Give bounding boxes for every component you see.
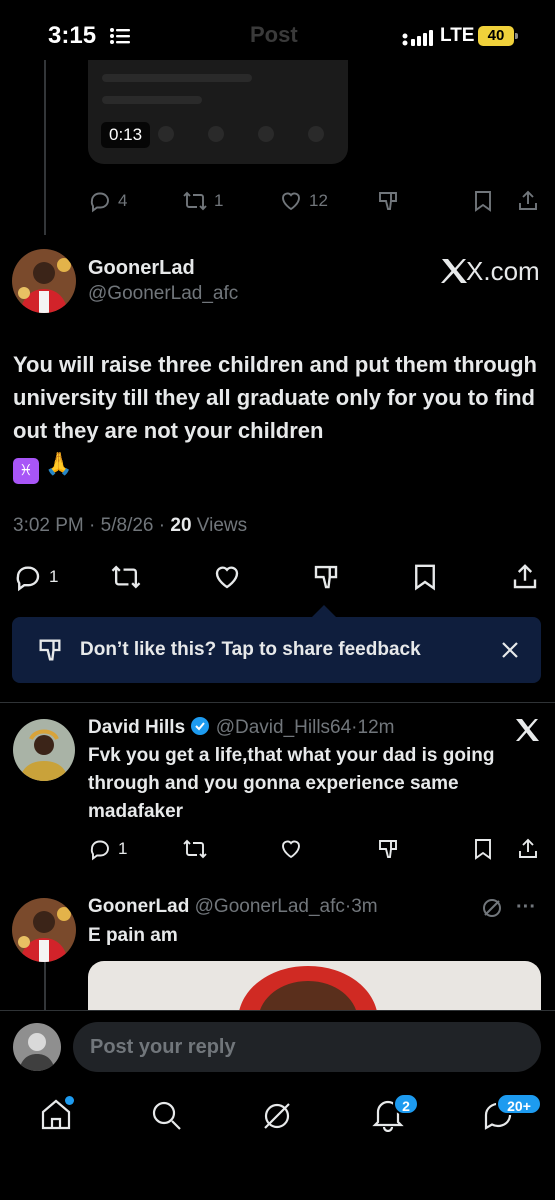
main-share-button[interactable] [510, 562, 540, 592]
reply-header: GoonerLad @GoonerLad_afc·3m [88, 896, 378, 917]
status-time: 3:15 [48, 22, 97, 49]
tweet-body: You will raise three children and put th… [13, 352, 537, 443]
home-dot [65, 1096, 74, 1105]
reply-author-name[interactable]: David Hills [88, 717, 185, 738]
share-icon [519, 190, 537, 210]
bookmark-icon [415, 564, 435, 591]
reply-icon [90, 192, 109, 213]
my-avatar [13, 1023, 61, 1071]
share-icon [519, 838, 537, 858]
video-thumbnail[interactable] [88, 60, 348, 164]
repost-icon [111, 565, 141, 589]
main-reply-button[interactable]: 1 [13, 562, 58, 592]
downvote-icon [314, 565, 338, 589]
thread-line [44, 60, 46, 235]
reply-text: Fvk you get a life,that what your dad is… [88, 745, 495, 822]
views-count[interactable]: 20 [170, 515, 191, 536]
reply-age: 12m [357, 717, 395, 738]
views-label: Views [196, 515, 248, 536]
tweet-text: You will raise three children and put th… [13, 348, 541, 484]
reply-age: 3m [351, 896, 378, 917]
reply-header: David Hills @David_Hills64·12m [88, 717, 395, 738]
reply-like-button[interactable] [279, 837, 303, 861]
signal-icon [402, 30, 434, 46]
repost-count: 1 [214, 191, 224, 210]
more-icon[interactable]: ··· [516, 896, 536, 919]
main-dislike-button[interactable] [311, 562, 341, 592]
close-icon[interactable] [499, 639, 521, 661]
share-button[interactable] [516, 189, 540, 213]
reply-icon [90, 840, 109, 861]
grok-icon[interactable] [261, 1100, 293, 1132]
network-type: LTE [440, 25, 475, 46]
verified-icon [191, 717, 210, 735]
bookmark-icon [475, 839, 491, 860]
pisces-emoji-icon: ♓︎ [13, 458, 39, 484]
reply-icon [16, 566, 40, 592]
grok-icon[interactable] [481, 897, 503, 919]
reply-bookmark-button[interactable] [472, 837, 494, 861]
home-icon[interactable] [40, 1096, 74, 1132]
video-duration: 0:13 [101, 122, 151, 148]
like-button[interactable]: 12 [279, 189, 328, 213]
reply-repost-button[interactable] [182, 837, 208, 861]
banner-caret [312, 605, 336, 617]
reply-text: E pain am [88, 925, 178, 946]
divider [0, 702, 555, 703]
tweet-date: 5/8/26 [100, 515, 154, 536]
reply-author-name[interactable]: GoonerLad [88, 896, 189, 917]
main-like-button[interactable] [212, 562, 242, 592]
avatar[interactable] [12, 249, 76, 313]
like-count: 12 [309, 191, 328, 210]
repost-button[interactable]: 1 [182, 189, 223, 213]
avatar[interactable] [13, 719, 75, 781]
avatar[interactable] [12, 898, 76, 962]
reply-button[interactable]: 4 [88, 189, 127, 213]
downvote-icon [36, 636, 64, 664]
heart-icon [215, 566, 239, 589]
search-icon[interactable] [151, 1100, 183, 1132]
reply-share-button[interactable] [516, 837, 540, 861]
repost-icon [183, 839, 207, 859]
author-name[interactable]: GoonerLad [88, 257, 195, 280]
pray-emoji: 🙏 [45, 451, 73, 476]
reply-handle[interactable]: @GoonerLad_afc [195, 896, 345, 917]
reply-dislike-button[interactable] [376, 837, 400, 861]
main-reply-count: 1 [49, 567, 59, 586]
downvote-icon [379, 192, 397, 210]
reply-reply-button[interactable]: 1 [88, 837, 127, 861]
x-logo-icon [515, 718, 541, 742]
heart-icon [282, 192, 300, 211]
feedback-text[interactable]: Don’t like this? Tap to share feedback [80, 639, 421, 661]
reply-handle[interactable]: @David_Hills64 [216, 717, 351, 738]
heart-icon [282, 840, 300, 859]
list-icon [110, 28, 130, 44]
thread-line [44, 962, 46, 1012]
main-repost-button[interactable] [110, 562, 142, 592]
main-bookmark-button[interactable] [411, 562, 439, 592]
tweet-meta: 3:02 PM · 5/8/26 · 20 Views [13, 515, 248, 536]
tweet-time: 3:02 PM [13, 515, 84, 536]
share-icon [513, 564, 537, 589]
messages-badge: 20+ [496, 1093, 542, 1115]
reply-count: 4 [118, 191, 128, 210]
bookmark-button[interactable] [472, 189, 494, 213]
page-title: Post [250, 22, 298, 47]
source-label: X.com [466, 256, 540, 286]
battery-indicator: 40 [478, 26, 518, 46]
reply-reply-count: 1 [118, 839, 128, 858]
reply-input[interactable] [73, 1022, 541, 1072]
bookmark-icon [475, 191, 491, 212]
notifications-badge: 2 [393, 1093, 419, 1115]
downvote-icon [379, 840, 397, 858]
repost-icon [183, 191, 207, 211]
author-handle[interactable]: @GoonerLad_afc [88, 283, 238, 305]
dislike-button[interactable] [376, 189, 400, 213]
